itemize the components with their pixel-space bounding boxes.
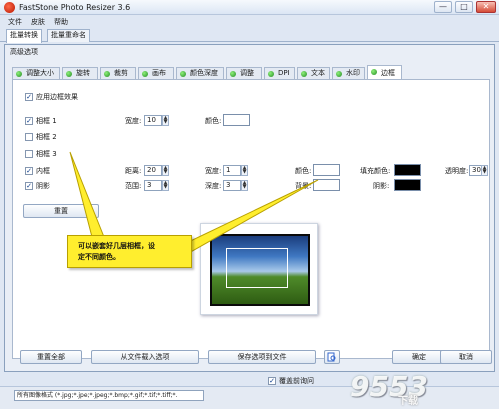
save-options-button[interactable]: 保存选项到文件 [208, 350, 316, 364]
help-button[interactable] [324, 350, 340, 364]
file-format-select[interactable]: 所有图像格式 (*.jpg;*.jpe;*.jpeg;*.bmp;*.gif;*… [14, 390, 204, 401]
callout-pointer-right [179, 179, 319, 259]
watermark-logo: 9553 [350, 370, 428, 403]
callout-box: 可以嵌套好几层相框，设 定不同颜色。 [67, 235, 192, 268]
reset-all-button[interactable]: 重置全部 [20, 350, 82, 364]
load-options-button[interactable]: 从文件载入选项 [91, 350, 199, 364]
callout-pointers [69, 151, 319, 259]
callout-pointer-up [69, 151, 105, 238]
callout-line-2: 定不同颜色。 [78, 253, 120, 261]
watermark-sub: 下载 [398, 396, 418, 407]
overwrite-checkbox[interactable]: ✓ [268, 377, 276, 385]
ok-button[interactable]: 确定 [392, 350, 446, 364]
document-search-icon [327, 352, 336, 362]
overwrite-label: 覆盖前询问 [279, 377, 314, 385]
callout-line-1: 可以嵌套好几层相框，设 [78, 242, 155, 250]
cancel-button[interactable]: 取消 [440, 350, 492, 364]
